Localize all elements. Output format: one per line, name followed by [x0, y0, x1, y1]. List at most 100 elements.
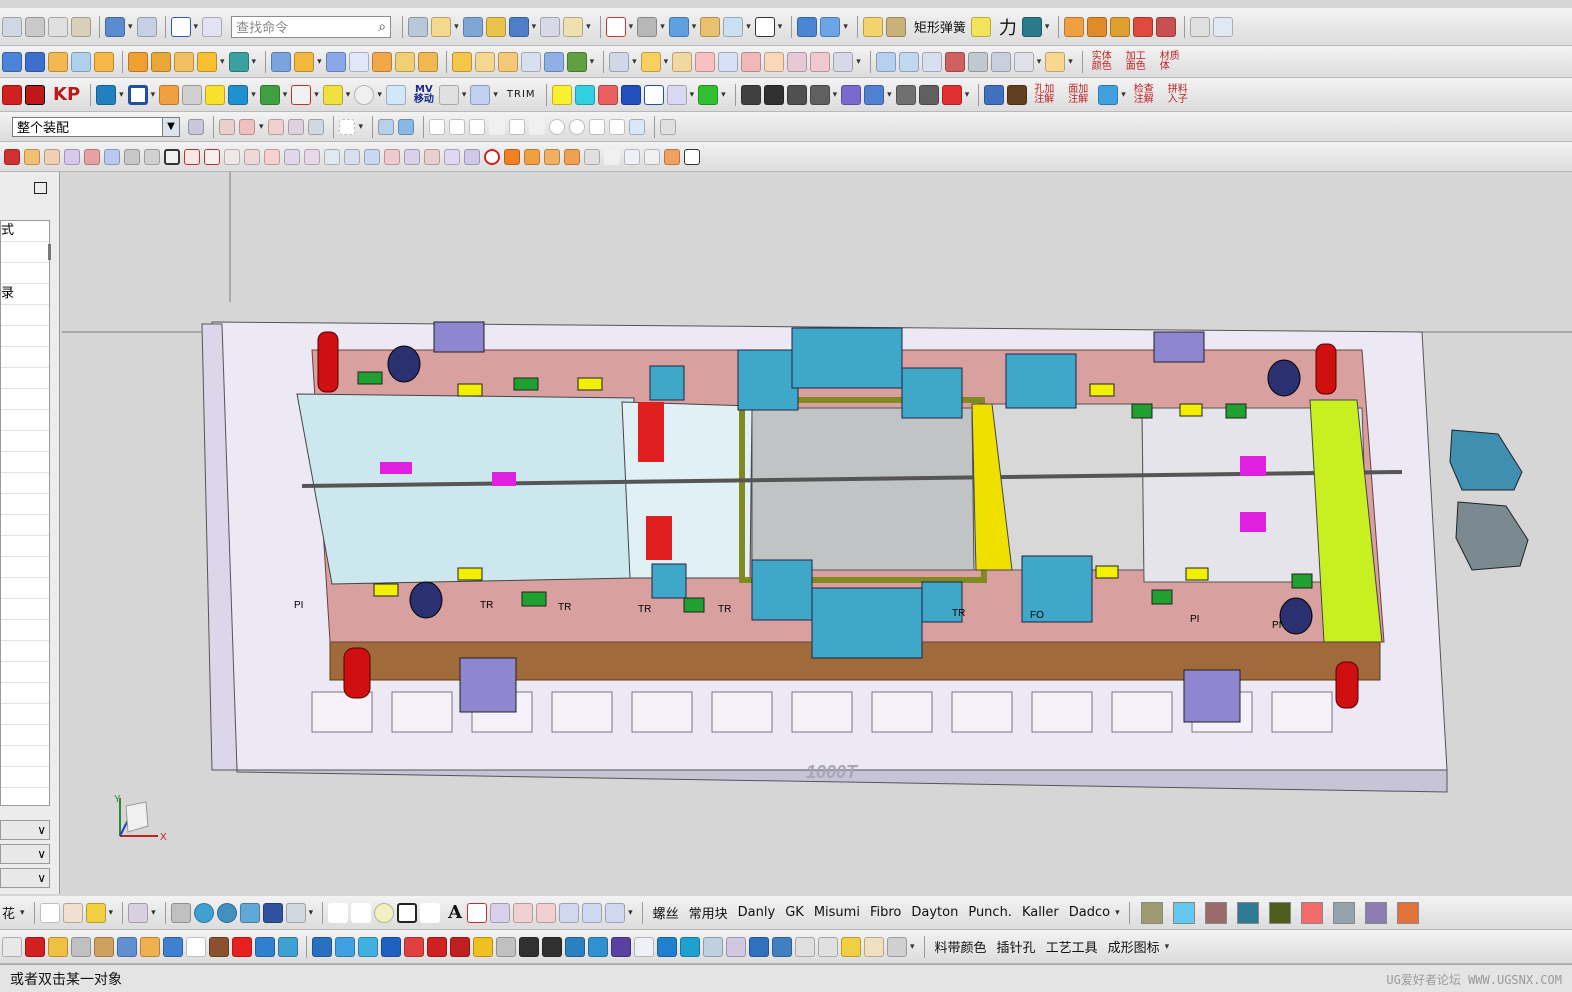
dimple-icon[interactable]	[264, 148, 280, 165]
rectangular-spring-button[interactable]: 矩形弹簧	[909, 17, 971, 36]
cup-icon[interactable]	[565, 936, 585, 957]
hide-icon[interactable]	[723, 16, 744, 37]
tube-icon[interactable]	[921, 51, 942, 72]
ribbon-icon[interactable]	[490, 902, 511, 923]
list-item[interactable]	[1, 347, 49, 368]
corner-icon[interactable]	[344, 148, 360, 165]
transform-icon[interactable]	[820, 16, 841, 37]
assembly-filter-dropdown[interactable]: 整个装配 ▼	[12, 116, 180, 137]
pool-icon[interactable]	[228, 84, 249, 105]
solid-icon[interactable]	[2, 51, 22, 72]
layer-settings-icon[interactable]	[660, 118, 677, 135]
pull-face-icon[interactable]	[695, 51, 716, 72]
check-annotation-button[interactable]: 检查注解	[1130, 84, 1164, 105]
dayton-button[interactable]: Dayton	[906, 905, 963, 920]
funnel-icon[interactable]	[588, 936, 608, 957]
draft-icon[interactable]	[371, 51, 392, 72]
chevron-down-icon[interactable]: ▾	[632, 57, 637, 67]
color-grid-icon[interactable]	[48, 936, 68, 957]
yellow-blue-icon[interactable]	[473, 936, 493, 957]
move-icon[interactable]	[508, 16, 529, 37]
split-icon[interactable]	[520, 51, 541, 72]
list-item[interactable]: 式	[1, 221, 49, 242]
check-icon[interactable]	[464, 148, 480, 165]
standard-parts-icon[interactable]	[740, 84, 761, 105]
gusset-icon[interactable]	[324, 148, 340, 165]
shell-icon[interactable]	[348, 51, 369, 72]
blue-gears-icon[interactable]	[749, 936, 769, 957]
chevron-down-icon[interactable]: ▾	[692, 22, 697, 32]
curve-tool-icon[interactable]	[64, 148, 80, 165]
flip-icon[interactable]	[470, 84, 491, 105]
column-icon[interactable]	[170, 902, 191, 923]
window-icon[interactable]	[170, 16, 191, 37]
block-icon[interactable]	[862, 16, 883, 37]
cluster-icon[interactable]	[358, 936, 378, 957]
red-tool-icon[interactable]	[25, 936, 45, 957]
bom-icon[interactable]	[941, 84, 962, 105]
mixed-gears-icon[interactable]	[772, 936, 792, 957]
pin-icon[interactable]	[291, 84, 312, 105]
cut-icon[interactable]	[2, 16, 22, 37]
mirror-icon[interactable]	[741, 51, 762, 72]
chevron-down-icon[interactable]: ▾	[856, 57, 861, 67]
plus-icon[interactable]	[698, 84, 719, 105]
panel-dropdown-3[interactable]: ∨	[0, 868, 50, 888]
redo-icon[interactable]	[136, 16, 157, 37]
base-icon[interactable]	[1098, 84, 1119, 105]
wave-icon[interactable]	[944, 51, 965, 72]
pattern-icon[interactable]	[151, 51, 171, 72]
process-tools-button[interactable]: 工艺工具	[1041, 937, 1103, 956]
table-icon[interactable]	[1190, 16, 1211, 37]
chevron-down-icon[interactable]: ▾	[194, 22, 199, 32]
monitor-icon[interactable]	[262, 902, 283, 923]
layer-icon[interactable]	[408, 16, 429, 37]
gears-icon[interactable]	[726, 936, 746, 957]
move-face-icon[interactable]	[609, 51, 630, 72]
list-item[interactable]	[1, 746, 49, 767]
chevron-down-icon[interactable]: ▾	[660, 22, 665, 32]
frame-icon[interactable]	[754, 16, 775, 37]
chevron-down-icon[interactable]: ▾	[309, 908, 314, 918]
cross-icon[interactable]	[620, 84, 641, 105]
list-item[interactable]	[1, 305, 49, 326]
flag-icon[interactable]	[84, 148, 100, 165]
color-swatch[interactable]	[1396, 901, 1419, 924]
shaded-cube-icon[interactable]	[668, 16, 689, 37]
brown-arch-icon[interactable]	[209, 936, 229, 957]
grid-pattern-icon[interactable]	[597, 84, 618, 105]
color-swatch[interactable]	[1140, 901, 1163, 924]
yellow-face-icon[interactable]	[551, 84, 572, 105]
chevron-down-icon[interactable]: ▾	[910, 942, 915, 952]
command-finder-icon[interactable]	[202, 16, 223, 37]
dadco-button[interactable]: Dadco	[1064, 905, 1115, 920]
sphere-icon[interactable]	[543, 51, 564, 72]
louver-icon[interactable]	[244, 148, 260, 165]
jog-icon[interactable]	[224, 148, 240, 165]
orange-cube-icon[interactable]	[140, 936, 160, 957]
dots-icon[interactable]	[96, 84, 117, 105]
text-tool-icon[interactable]: A	[443, 902, 467, 923]
rebend-icon[interactable]	[384, 148, 400, 165]
punch-part-icon[interactable]	[450, 936, 470, 957]
help-icon[interactable]	[62, 902, 83, 923]
fibro-button[interactable]: Fibro	[865, 905, 906, 920]
cut-punch-icon[interactable]	[1064, 16, 1085, 37]
replace-face-icon[interactable]	[417, 51, 438, 72]
frame-square-icon[interactable]	[127, 84, 148, 105]
orange-box-icon[interactable]	[564, 148, 580, 165]
offset-curve-icon[interactable]	[559, 902, 580, 923]
frame-icon[interactable]	[182, 84, 203, 105]
pattern-face-icon[interactable]	[787, 51, 808, 72]
chevron-down-icon[interactable]: ▾	[346, 90, 351, 100]
list-item[interactable]	[1, 704, 49, 725]
export-flat-icon[interactable]	[444, 148, 460, 165]
chevron-down-icon[interactable]: ▾	[151, 90, 156, 100]
red-gear-icon[interactable]	[427, 936, 447, 957]
stack-icon[interactable]	[1156, 16, 1177, 37]
people-group-icon[interactable]	[703, 936, 723, 957]
sheet-body-icon[interactable]	[312, 936, 332, 957]
strip-color-button[interactable]: 料带颜色	[930, 937, 992, 956]
chamfer-icon[interactable]	[294, 51, 315, 72]
line-snap-icon[interactable]	[449, 118, 466, 135]
